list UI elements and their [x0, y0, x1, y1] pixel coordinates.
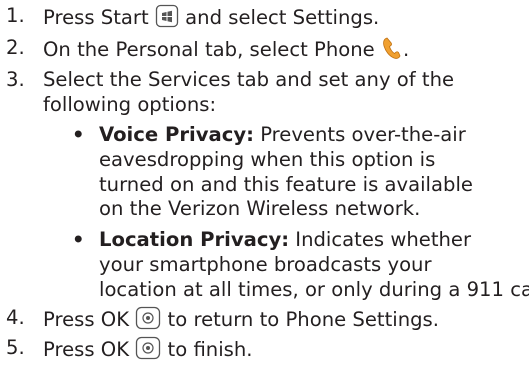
step-number: 4. [6, 306, 25, 329]
step-number: 1. [6, 4, 25, 27]
step-number: 5. [6, 336, 25, 359]
option-text: location at all times, or only during a … [99, 277, 529, 301]
start-key-icon [155, 4, 179, 35]
ok-key-icon [135, 306, 161, 337]
option-text: turned on and this feature is available [99, 172, 473, 196]
step-number: 2. [6, 36, 25, 59]
step-text: . [402, 38, 410, 61]
option-text: eavesdropping when this option is [99, 147, 436, 171]
step-text: Press OK [43, 338, 130, 361]
step-text: Select the Services tab and set any of t… [43, 68, 455, 91]
option-term: Voice Privacy: [99, 123, 254, 146]
step-text: On the Personal tab, select Phone [43, 38, 375, 61]
step-text: Press Start [43, 6, 149, 29]
option-text: on the Verizon Wireless network. [99, 197, 421, 221]
step-number: 3. [6, 68, 25, 91]
phone-icon [381, 36, 403, 67]
option-term: Location Privacy: [99, 228, 290, 251]
step-text: following options: [43, 92, 217, 116]
step-text: to return to Phone Settings. [167, 308, 439, 331]
option-text: your smartphone broadcasts your [99, 252, 432, 276]
step-text: to finish. [167, 338, 253, 361]
ok-key-icon [135, 336, 161, 367]
option-text: Prevents over-the-air [260, 123, 466, 146]
bullet-icon: • [72, 123, 85, 146]
bullet-icon: • [72, 228, 85, 251]
step-text: and select Settings. [185, 6, 380, 29]
step-text: Press OK [43, 308, 130, 331]
option-text: Indicates whether [295, 228, 472, 251]
